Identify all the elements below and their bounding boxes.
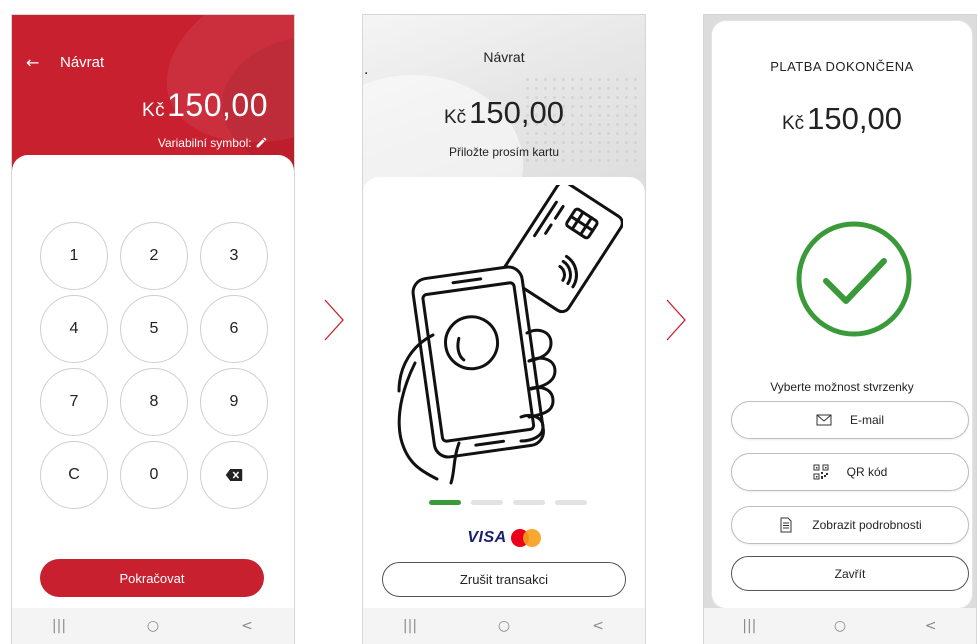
result-card: PLATBA DOKONČENA Kč150,00 Vyberte možnos… [712,21,972,608]
page-title: PLATBA DOKONČENA [770,59,914,74]
receipt-option-label: Vyberte možnost stvrzenky [770,380,914,394]
currency-label: Kč [781,113,805,134]
system-navbar: ||| ○ < [12,608,294,644]
progress-step [471,500,503,505]
amount-value: 150,00 [807,101,902,136]
recent-apps-icon[interactable]: ||| [390,618,430,634]
phone-screen-tap-card: . Návrat Kč150,00 Přiložte prosím kartu [362,14,646,644]
home-icon[interactable]: ○ [484,618,524,634]
progress-step [429,500,461,505]
variable-symbol-row[interactable]: Variabilní symbol: [158,136,268,150]
system-navbar: ||| ○ < [363,608,645,644]
mastercard-logo [510,529,541,547]
key-6[interactable]: 6 [200,295,268,363]
tap-instruction: Přiložte prosím kartu [448,145,560,159]
backspace-icon [225,469,243,481]
arrow-left-icon[interactable]: ← [26,53,60,72]
progress-indicator [429,500,587,505]
key-7[interactable]: 7 [40,368,108,436]
phone-screen-amount-entry: ← Návrat Kč150,00 Variabilní symbol: 1 2… [11,14,295,644]
recent-apps-icon[interactable]: ||| [729,618,769,634]
progress-step [513,500,545,505]
amount-display: Kč150,00 [712,101,972,137]
key-3[interactable]: 3 [200,222,268,290]
pencil-icon[interactable] [255,136,268,149]
home-icon[interactable]: ○ [133,618,173,634]
qr-code-icon [813,464,829,480]
cancel-transaction-button[interactable]: Zrušit transakci [382,562,626,597]
variable-symbol-label: Variabilní symbol: [157,136,252,150]
amount-value: 150,00 [469,95,564,130]
amount-value: 150,00 [167,87,268,123]
nav-back-icon[interactable]: < [578,618,618,634]
back-link[interactable]: Návrat [363,49,645,65]
key-clear[interactable]: C [40,441,108,509]
checkmark-icon [796,221,912,337]
key-0[interactable]: 0 [120,441,188,509]
visa-logo: VISA [467,529,507,546]
show-details-button[interactable]: Zobrazit podrobnosti [731,506,969,544]
key-4[interactable]: 4 [40,295,108,363]
home-icon[interactable]: ○ [820,618,860,634]
progress-step [555,500,587,505]
document-icon [778,517,794,533]
recent-apps-icon[interactable]: ||| [39,618,79,634]
nav-back-icon[interactable]: < [227,618,267,634]
phone-screen-payment-complete: PLATBA DOKONČENA Kč150,00 Vyberte možnos… [703,14,977,644]
key-9[interactable]: 9 [200,368,268,436]
card-brands: VISA [363,529,645,547]
continue-button[interactable]: Pokračovat [40,559,264,597]
chevron-right-icon [666,299,686,341]
email-label: E-mail [849,413,884,427]
close-button[interactable]: Zavřít [731,556,969,591]
chevron-right-icon [324,299,344,341]
key-5[interactable]: 5 [120,295,188,363]
back-label: Návrat [60,54,105,71]
currency-label: Kč [141,100,166,121]
numeric-keypad: 1 2 3 4 5 6 7 8 9 C 0 [40,222,268,509]
card-tap-icon [397,185,623,485]
qr-receipt-button[interactable]: QR kód [731,453,969,491]
nav-back-icon[interactable]: < [911,618,951,634]
amount-display: Kč150,00 [363,95,645,131]
email-receipt-button[interactable]: E-mail [731,401,969,439]
currency-label: Kč [443,107,467,128]
system-navbar: ||| ○ < [704,608,976,644]
back-link[interactable]: ← Návrat [26,53,104,72]
qr-label: QR kód [846,465,888,479]
key-backspace[interactable] [200,441,268,509]
key-1[interactable]: 1 [40,222,108,290]
mail-icon [816,412,832,428]
key-8[interactable]: 8 [120,368,188,436]
key-2[interactable]: 2 [120,222,188,290]
amount-display: Kč150,00 [142,87,268,124]
details-label: Zobrazit podrobnosti [812,518,922,532]
